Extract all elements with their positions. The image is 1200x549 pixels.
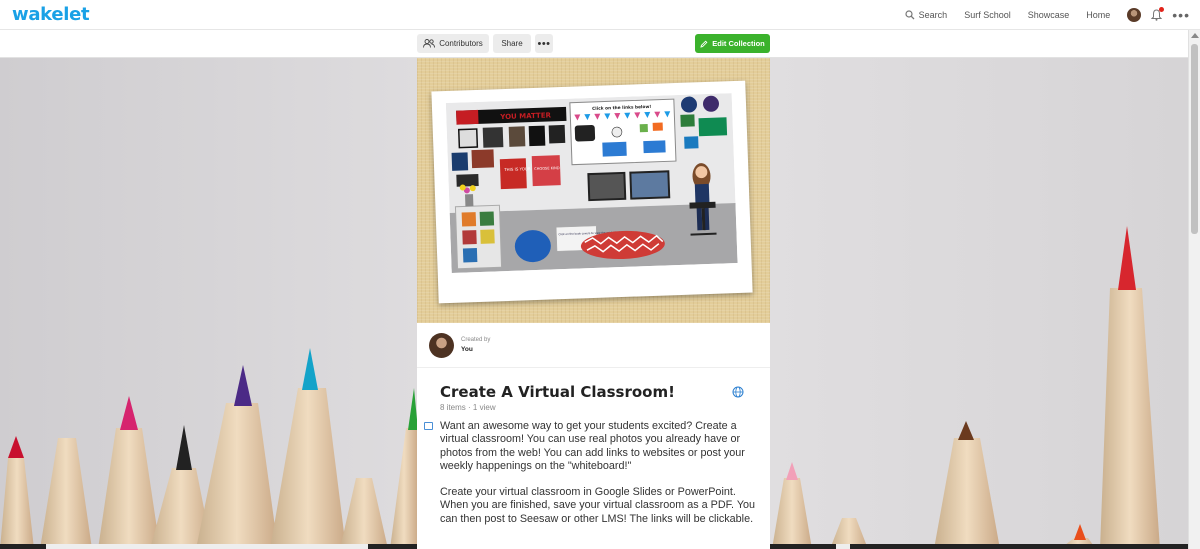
contributors-button[interactable]: Contributors <box>417 34 489 53</box>
more-options-label: ••• <box>537 37 551 50</box>
edit-collection-label: Edit Collection <box>712 39 765 48</box>
nav-surf-school-label: Surf School <box>964 10 1011 20</box>
more-options-button[interactable]: ••• <box>535 34 553 53</box>
cover-image: YOU MATTER Click on the links below! THI… <box>417 58 770 323</box>
page-scrollbar[interactable] <box>1188 30 1200 549</box>
notifications-button[interactable] <box>1151 7 1165 21</box>
collection-toolbar: Contributors Share ••• Edit Collection <box>0 30 1200 58</box>
top-nav-bar: wakelet Search Surf School Showcase Home… <box>0 0 1200 30</box>
more-icon: ••• <box>1172 7 1190 23</box>
people-icon <box>423 39 436 48</box>
notification-dot <box>1159 7 1165 12</box>
nav-search-label: Search <box>918 10 948 20</box>
nav-surf-school[interactable]: Surf School <box>964 10 1011 20</box>
search-icon <box>905 10 915 20</box>
items-count: 8 items <box>440 403 466 412</box>
description-paragraph: Want an awesome way to get your students… <box>440 420 745 472</box>
profile-avatar-button[interactable] <box>1127 8 1142 22</box>
created-by-label: Created by <box>461 337 491 343</box>
nav-menu: Search Surf School Showcase Home ••• <box>888 0 1190 30</box>
nav-showcase-label: Showcase <box>1027 10 1070 20</box>
wakelet-logo[interactable]: wakelet <box>12 4 90 25</box>
creator-info: Created by You <box>417 323 770 368</box>
share-label: Share <box>501 39 523 48</box>
scroll-up-arrow[interactable] <box>1191 33 1199 38</box>
contributors-label: Contributors <box>439 39 483 48</box>
text-block-icon[interactable] <box>424 422 433 430</box>
nav-home[interactable]: Home <box>1086 10 1110 20</box>
virtual-classroom-image[interactable]: YOU MATTER Click on the links below! THI… <box>431 80 753 304</box>
share-button[interactable]: Share <box>493 34 531 53</box>
collection-meta: 8 items · 1 view <box>440 403 496 412</box>
avatar <box>1127 8 1142 22</box>
nav-showcase[interactable]: Showcase <box>1028 10 1070 20</box>
description-paragraph: Create your virtual classroom in Google … <box>440 486 756 525</box>
pencil-icon <box>700 40 708 48</box>
classroom-illustration: YOU MATTER Click on the links below! THI… <box>445 93 738 273</box>
nav-home-label: Home <box>1086 10 1111 20</box>
collection-description: Want an awesome way to get your students… <box>440 420 756 539</box>
views-count: 1 view <box>472 403 496 412</box>
scrollbar-thumb[interactable] <box>1191 44 1198 234</box>
creator-avatar[interactable] <box>429 333 454 358</box>
collection-card: YOU MATTER Click on the links below! THI… <box>417 58 770 549</box>
globe-icon[interactable] <box>732 386 744 398</box>
collection-title: Create A Virtual Classroom! <box>440 383 675 401</box>
nav-search[interactable]: Search <box>905 10 948 20</box>
nav-more-button[interactable]: ••• <box>1172 8 1190 22</box>
creator-name[interactable]: You <box>461 346 473 353</box>
edit-collection-button[interactable]: Edit Collection <box>695 34 770 53</box>
